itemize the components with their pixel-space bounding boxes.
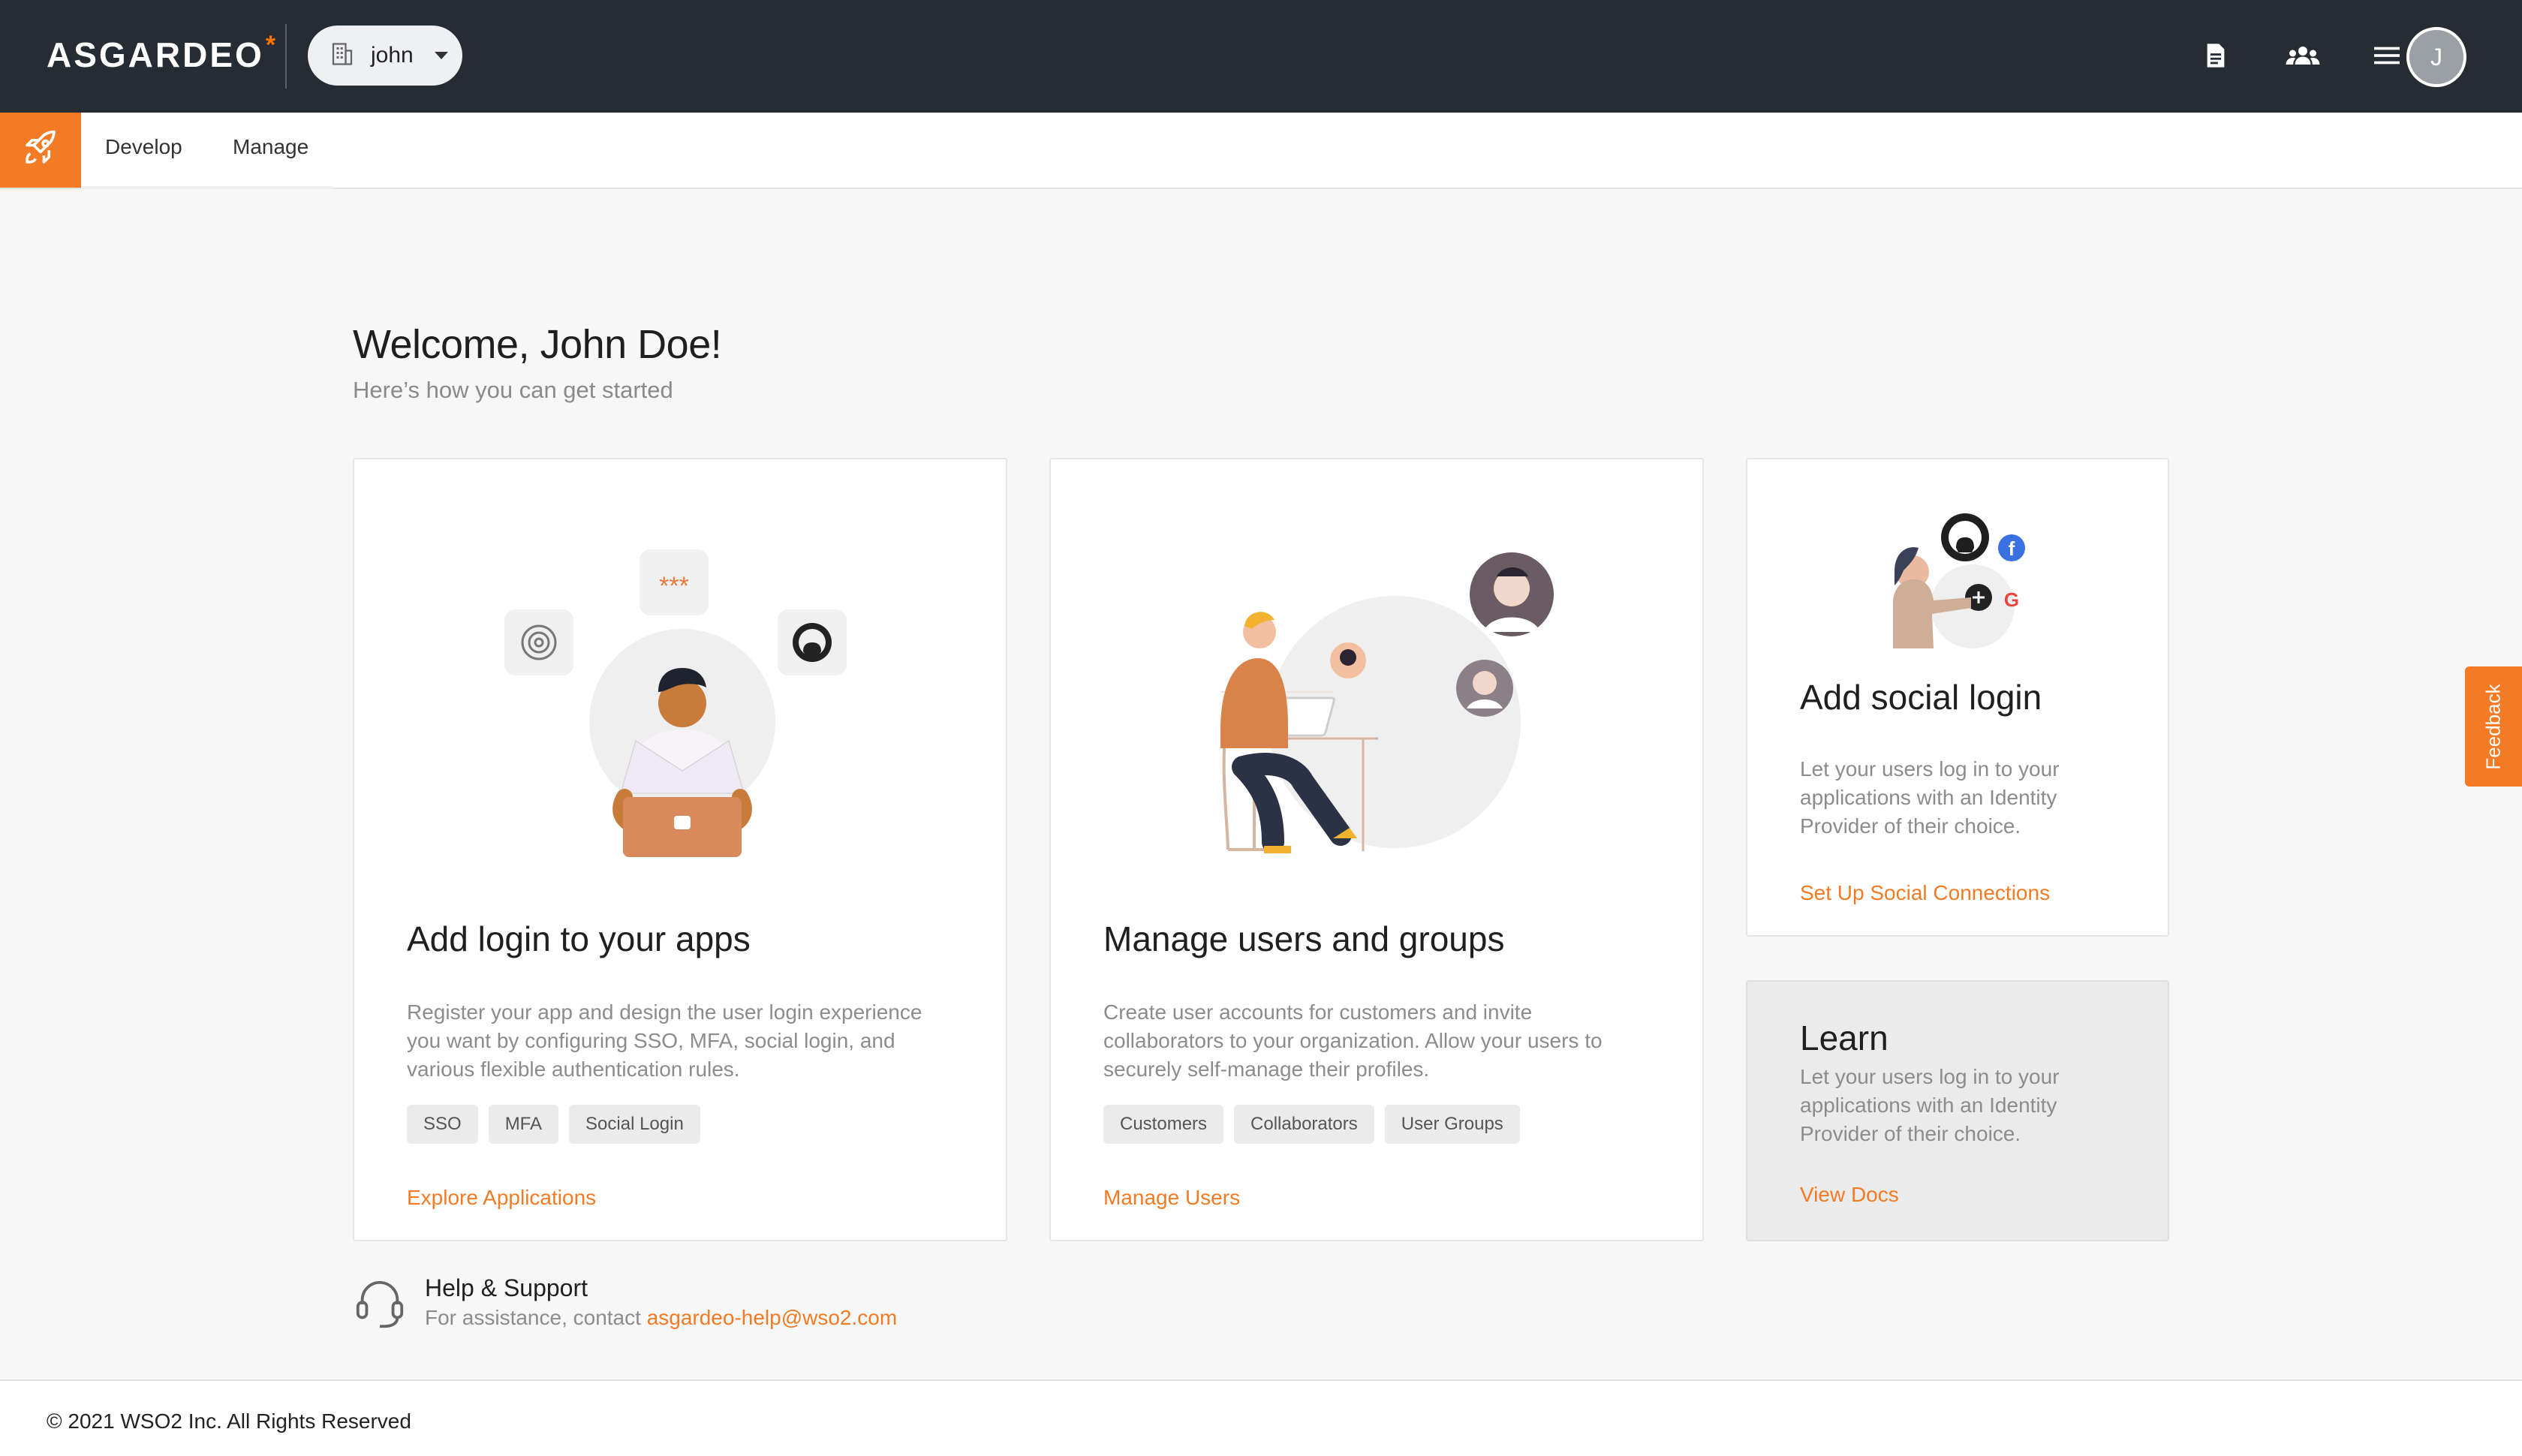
logo-star: * [265,31,278,59]
logo-text: ASGARDEO [47,35,264,74]
help-text-prefix: For assistance, contact [425,1306,647,1329]
support-email-link[interactable]: asgardeo-help@wso2.com [647,1306,897,1329]
card-title: Add login to your apps [407,919,751,958]
tab-develop[interactable]: Develop [105,135,182,159]
tag-collaborators: Collaborators [1234,1105,1374,1144]
top-bar: ASGARDEO* john J [0,0,2522,113]
svg-text:f: f [2009,537,2015,560]
copyright-text: © 2021 WSO2 Inc. All Rights Reserved [47,1409,411,1433]
tag-user-groups: User Groups [1384,1105,1520,1144]
secondary-nav: Develop Manage [0,113,2522,189]
tag-list: Customers Collaborators User Groups [1103,1105,1520,1144]
tag-list: SSO MFA Social Login [407,1105,700,1144]
organization-name: john [371,43,414,68]
card-description: Create user accounts for customers and i… [1103,1000,1603,1081]
feedback-button[interactable]: Feedback [2465,666,2522,787]
tag-social-login: Social Login [569,1105,700,1144]
login-card: *** Add login to your apps Register your… [353,458,1007,1241]
chevron-down-icon [434,52,448,59]
card-description: Register your app and design the user lo… [407,1000,922,1081]
social-login-card: f G Add social login Let your users log … [1746,458,2169,937]
headset-icon [353,1276,407,1337]
view-docs-link[interactable]: View Docs [1800,1183,1899,1207]
users-card: Manage users and groups Create user acco… [1049,458,1704,1241]
card-title: Manage users and groups [1103,919,1505,958]
page-subtitle: Here’s how you can get started [353,377,673,403]
page-title: Welcome, John Doe! [353,322,722,367]
explore-applications-link[interactable]: Explore Applications [407,1186,596,1210]
tag-customers: Customers [1103,1105,1224,1144]
organization-switcher[interactable]: john [308,26,462,86]
document-icon[interactable] [2199,39,2232,72]
learn-card: Learn Let your users log in to your appl… [1746,980,2169,1241]
svg-text:G: G [2004,588,2019,611]
manage-users-link[interactable]: Manage Users [1103,1186,1240,1210]
menu-icon[interactable] [2370,39,2403,72]
tab-manage[interactable]: Manage [233,135,308,159]
svg-text:***: *** [659,572,689,600]
feedback-label: Feedback [2481,683,2505,770]
asgardeo-logo[interactable]: ASGARDEO* [47,31,278,75]
social-illustration: f G [1893,513,2025,648]
developer-illustration: *** [504,549,847,857]
users-illustration [1220,552,1554,853]
tag-sso: SSO [407,1105,478,1144]
users-icon[interactable] [2282,39,2324,72]
help-text: For assistance, contact asgardeo-help@ws… [425,1306,897,1330]
rocket-icon [20,128,61,173]
getting-started-button[interactable] [0,113,81,188]
card-title: Learn [1800,1018,1888,1057]
tag-mfa: MFA [488,1105,559,1144]
tab-underline [81,186,333,189]
footer: © 2021 WSO2 Inc. All Rights Reserved [0,1379,2522,1456]
user-avatar[interactable]: J [2406,27,2466,87]
header-divider [285,24,287,89]
set-up-social-connections-link[interactable]: Set Up Social Connections [1800,881,2050,905]
card-title: Add social login [1800,678,2042,717]
card-description: Let your users log in to your applicatio… [1800,757,2060,838]
card-description: Let your users log in to your applicatio… [1800,1065,2060,1145]
building-icon [329,41,356,71]
help-title: Help & Support [425,1274,588,1301]
